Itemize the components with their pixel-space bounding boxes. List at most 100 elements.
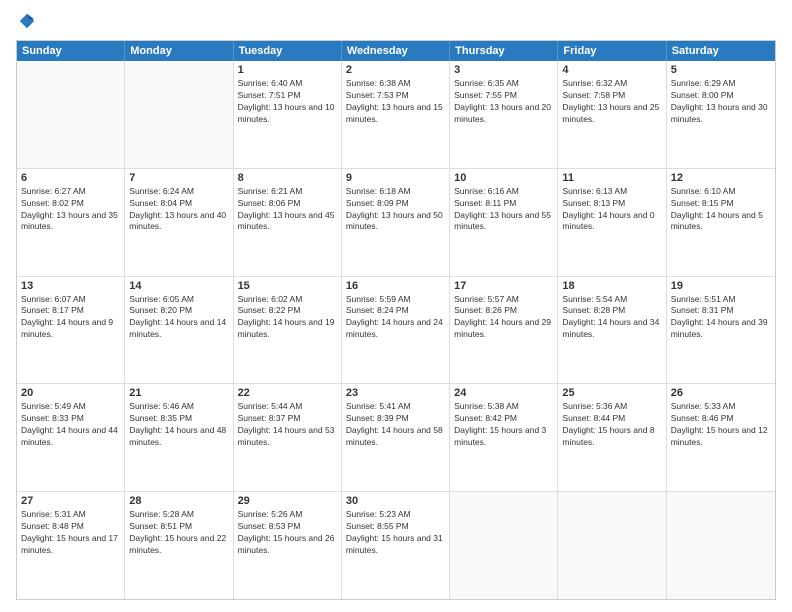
sun-info: Sunrise: 6:18 AM Sunset: 8:09 PM Dayligh…	[346, 186, 445, 234]
sun-info: Sunrise: 5:36 AM Sunset: 8:44 PM Dayligh…	[562, 401, 661, 449]
calendar-body: 1 Sunrise: 6:40 AM Sunset: 7:51 PM Daylig…	[17, 61, 775, 599]
cal-cell: 7 Sunrise: 6:24 AM Sunset: 8:04 PM Daylig…	[125, 169, 233, 276]
day-number: 1	[238, 64, 337, 76]
cal-cell	[450, 492, 558, 599]
calendar-row-1: 1 Sunrise: 6:40 AM Sunset: 7:51 PM Daylig…	[17, 61, 775, 168]
sun-info: Sunrise: 5:49 AM Sunset: 8:33 PM Dayligh…	[21, 401, 120, 449]
sun-info: Sunrise: 6:16 AM Sunset: 8:11 PM Dayligh…	[454, 186, 553, 234]
sun-info: Sunrise: 6:21 AM Sunset: 8:06 PM Dayligh…	[238, 186, 337, 234]
day-number: 26	[671, 387, 771, 399]
cal-cell: 20 Sunrise: 5:49 AM Sunset: 8:33 PM Dayli…	[17, 384, 125, 491]
day-number: 13	[21, 280, 120, 292]
sun-info: Sunrise: 6:07 AM Sunset: 8:17 PM Dayligh…	[21, 294, 120, 342]
header-cell-friday: Friday	[558, 41, 666, 61]
cal-cell: 27Sunrise: 5:31 AM Sunset: 8:48 PM Dayli…	[17, 492, 125, 599]
header-cell-monday: Monday	[125, 41, 233, 61]
sun-info: Sunrise: 6:02 AM Sunset: 8:22 PM Dayligh…	[238, 294, 337, 342]
day-number: 5	[671, 64, 771, 76]
day-number: 10	[454, 172, 553, 184]
calendar-row-2: 6 Sunrise: 6:27 AM Sunset: 8:02 PM Daylig…	[17, 168, 775, 276]
day-number: 18	[562, 280, 661, 292]
cal-cell: 11 Sunrise: 6:13 AM Sunset: 8:13 PM Dayli…	[558, 169, 666, 276]
cal-cell: 29Sunrise: 5:26 AM Sunset: 8:53 PM Dayli…	[234, 492, 342, 599]
sun-info: Sunrise: 5:38 AM Sunset: 8:42 PM Dayligh…	[454, 401, 553, 449]
cal-cell: 19 Sunrise: 5:51 AM Sunset: 8:31 PM Dayli…	[667, 277, 775, 384]
day-number: 3	[454, 64, 553, 76]
cal-cell: 10 Sunrise: 6:16 AM Sunset: 8:11 PM Dayli…	[450, 169, 558, 276]
logo	[16, 12, 36, 30]
calendar-row-3: 13 Sunrise: 6:07 AM Sunset: 8:17 PM Dayli…	[17, 276, 775, 384]
day-number: 12	[671, 172, 771, 184]
day-number: 16	[346, 280, 445, 292]
day-number: 23	[346, 387, 445, 399]
sun-info: Sunrise: 6:05 AM Sunset: 8:20 PM Dayligh…	[129, 294, 228, 342]
logo-icon	[18, 12, 36, 30]
sun-info: Sunrise: 6:24 AM Sunset: 8:04 PM Dayligh…	[129, 186, 228, 234]
cal-cell: 12 Sunrise: 6:10 AM Sunset: 8:15 PM Dayli…	[667, 169, 775, 276]
header-cell-saturday: Saturday	[667, 41, 775, 61]
cal-cell: 1 Sunrise: 6:40 AM Sunset: 7:51 PM Daylig…	[234, 61, 342, 168]
cal-cell: 14Sunrise: 6:05 AM Sunset: 8:20 PM Dayli…	[125, 277, 233, 384]
cal-cell: 16 Sunrise: 5:59 AM Sunset: 8:24 PM Dayli…	[342, 277, 450, 384]
calendar: SundayMondayTuesdayWednesdayThursdayFrid…	[16, 40, 776, 600]
cal-cell: 25 Sunrise: 5:36 AM Sunset: 8:44 PM Dayli…	[558, 384, 666, 491]
cal-cell: 24 Sunrise: 5:38 AM Sunset: 8:42 PM Dayli…	[450, 384, 558, 491]
day-number: 11	[562, 172, 661, 184]
sun-info: Sunrise: 5:26 AM Sunset: 8:53 PM Dayligh…	[238, 509, 337, 557]
sun-info: Sunrise: 5:28 AM Sunset: 8:51 PM Dayligh…	[129, 509, 228, 557]
cal-cell	[125, 61, 233, 168]
day-number: 30	[346, 495, 445, 507]
day-number: 24	[454, 387, 553, 399]
sun-info: Sunrise: 5:51 AM Sunset: 8:31 PM Dayligh…	[671, 294, 771, 342]
sun-info: Sunrise: 6:40 AM Sunset: 7:51 PM Dayligh…	[238, 78, 337, 126]
cal-cell: 6 Sunrise: 6:27 AM Sunset: 8:02 PM Daylig…	[17, 169, 125, 276]
cal-cell: 28Sunrise: 5:28 AM Sunset: 8:51 PM Dayli…	[125, 492, 233, 599]
sun-info: Sunrise: 5:59 AM Sunset: 8:24 PM Dayligh…	[346, 294, 445, 342]
sun-info: Sunrise: 6:29 AM Sunset: 8:00 PM Dayligh…	[671, 78, 771, 126]
sun-info: Sunrise: 5:44 AM Sunset: 8:37 PM Dayligh…	[238, 401, 337, 449]
cal-cell: 23 Sunrise: 5:41 AM Sunset: 8:39 PM Dayli…	[342, 384, 450, 491]
day-number: 8	[238, 172, 337, 184]
day-number: 6	[21, 172, 120, 184]
day-number: 21	[129, 387, 228, 399]
sun-info: Sunrise: 5:23 AM Sunset: 8:55 PM Dayligh…	[346, 509, 445, 557]
calendar-header: SundayMondayTuesdayWednesdayThursdayFrid…	[17, 41, 775, 61]
cal-cell: 3 Sunrise: 6:35 AM Sunset: 7:55 PM Daylig…	[450, 61, 558, 168]
sun-info: Sunrise: 5:46 AM Sunset: 8:35 PM Dayligh…	[129, 401, 228, 449]
cal-cell: 5 Sunrise: 6:29 AM Sunset: 8:00 PM Daylig…	[667, 61, 775, 168]
sun-info: Sunrise: 6:13 AM Sunset: 8:13 PM Dayligh…	[562, 186, 661, 234]
cal-cell: 26Sunrise: 5:33 AM Sunset: 8:46 PM Dayli…	[667, 384, 775, 491]
header-cell-wednesday: Wednesday	[342, 41, 450, 61]
calendar-row-4: 20 Sunrise: 5:49 AM Sunset: 8:33 PM Dayli…	[17, 383, 775, 491]
day-number: 22	[238, 387, 337, 399]
sun-info: Sunrise: 5:57 AM Sunset: 8:26 PM Dayligh…	[454, 294, 553, 342]
sun-info: Sunrise: 6:38 AM Sunset: 7:53 PM Dayligh…	[346, 78, 445, 126]
cal-cell	[667, 492, 775, 599]
day-number: 25	[562, 387, 661, 399]
day-number: 19	[671, 280, 771, 292]
sun-info: Sunrise: 5:41 AM Sunset: 8:39 PM Dayligh…	[346, 401, 445, 449]
day-number: 17	[454, 280, 553, 292]
day-number: 2	[346, 64, 445, 76]
day-number: 15	[238, 280, 337, 292]
day-number: 9	[346, 172, 445, 184]
day-number: 7	[129, 172, 228, 184]
cal-cell: 30 Sunrise: 5:23 AM Sunset: 8:55 PM Dayli…	[342, 492, 450, 599]
page: SundayMondayTuesdayWednesdayThursdayFrid…	[0, 0, 792, 612]
cal-cell	[17, 61, 125, 168]
cal-cell: 22 Sunrise: 5:44 AM Sunset: 8:37 PM Dayli…	[234, 384, 342, 491]
cal-cell: 2 Sunrise: 6:38 AM Sunset: 7:53 PM Daylig…	[342, 61, 450, 168]
cal-cell: 9 Sunrise: 6:18 AM Sunset: 8:09 PM Daylig…	[342, 169, 450, 276]
cal-cell	[558, 492, 666, 599]
calendar-row-5: 27Sunrise: 5:31 AM Sunset: 8:48 PM Dayli…	[17, 491, 775, 599]
sun-info: Sunrise: 5:31 AM Sunset: 8:48 PM Dayligh…	[21, 509, 120, 557]
day-number: 4	[562, 64, 661, 76]
cal-cell: 18 Sunrise: 5:54 AM Sunset: 8:28 PM Dayli…	[558, 277, 666, 384]
day-number: 20	[21, 387, 120, 399]
sun-info: Sunrise: 5:54 AM Sunset: 8:28 PM Dayligh…	[562, 294, 661, 342]
sun-info: Sunrise: 6:10 AM Sunset: 8:15 PM Dayligh…	[671, 186, 771, 234]
sun-info: Sunrise: 6:35 AM Sunset: 7:55 PM Dayligh…	[454, 78, 553, 126]
header	[16, 12, 776, 30]
cal-cell: 21 Sunrise: 5:46 AM Sunset: 8:35 PM Dayli…	[125, 384, 233, 491]
sun-info: Sunrise: 6:27 AM Sunset: 8:02 PM Dayligh…	[21, 186, 120, 234]
